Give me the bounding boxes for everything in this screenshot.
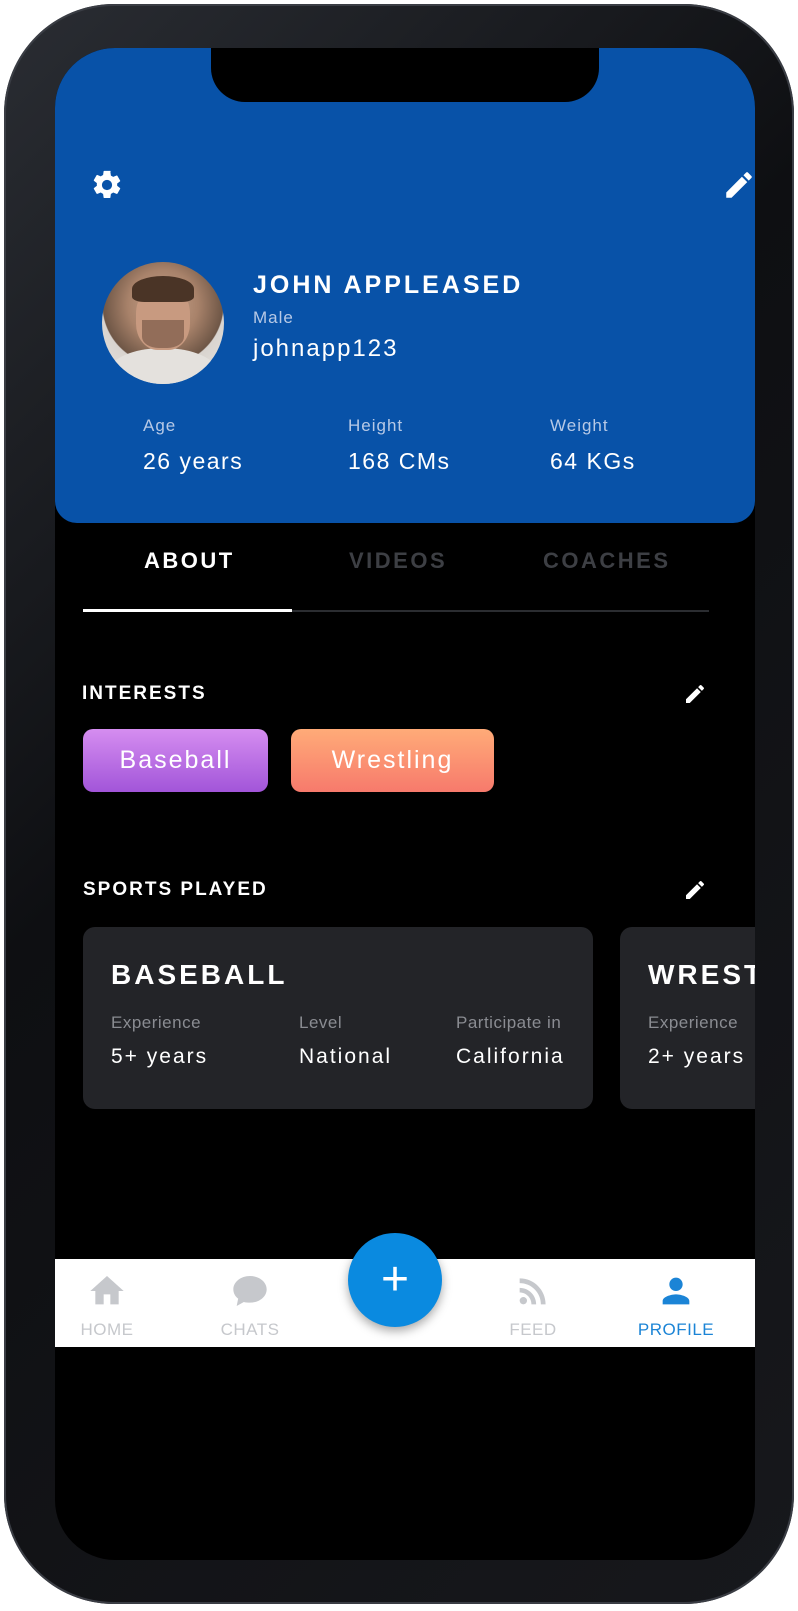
interests-title: INTERESTS	[82, 683, 207, 704]
nav-home[interactable]: HOME	[57, 1259, 157, 1347]
phone-frame: JOHN APPLEASED Male johnapp123 Age 26 ye…	[4, 4, 794, 1604]
sport-card-title: WRESTLING	[648, 959, 755, 990]
nav-label: CHATS	[220, 1320, 280, 1339]
sport-field-experience: Experience 5+ years	[111, 1013, 208, 1069]
edit-interests-button[interactable]	[682, 681, 708, 707]
field-label: Participate in	[456, 1013, 562, 1032]
avatar	[102, 262, 224, 384]
field-value: 2+ years	[648, 1045, 746, 1068]
nav-label: FEED	[509, 1320, 557, 1339]
pencil-icon	[686, 684, 705, 703]
gear-icon	[93, 170, 121, 199]
stat-value: 26 years	[143, 448, 244, 474]
field-label: Experience	[648, 1013, 739, 1032]
nav-label: PROFILE	[637, 1320, 715, 1339]
stat-label: Age	[143, 416, 177, 435]
stat-weight: Weight 64 KGs	[550, 416, 636, 475]
nav-profile[interactable]: PROFILE	[626, 1259, 726, 1347]
profile-gender: Male	[253, 308, 294, 327]
sport-field-level: Level National	[299, 1013, 392, 1069]
add-button[interactable]: +	[348, 1233, 442, 1327]
tab-videos[interactable]: VIDEOS	[349, 548, 447, 574]
sport-field-participate: Participate in California	[456, 1013, 565, 1069]
edit-profile-button[interactable]	[719, 165, 755, 205]
home-icon	[90, 1276, 124, 1305]
active-tab-indicator	[83, 609, 292, 612]
field-label: Experience	[111, 1013, 202, 1032]
sports-played-title: SPORTS PLAYED	[83, 879, 268, 900]
stat-value: 168 CMs	[348, 448, 451, 474]
app-screen: JOHN APPLEASED Male johnapp123 Age 26 ye…	[55, 48, 755, 1560]
nav-chats[interactable]: CHATS	[200, 1259, 300, 1347]
stat-height: Height 168 CMs	[348, 416, 451, 475]
field-value: 5+ years	[111, 1045, 209, 1068]
profile-header: JOHN APPLEASED Male johnapp123 Age 26 ye…	[55, 48, 755, 523]
profile-tabs: ABOUT VIDEOS COACHES	[83, 538, 709, 612]
user-icon	[662, 1277, 690, 1305]
interest-chip-wrestling[interactable]: Wrestling	[291, 729, 494, 792]
nav-feed[interactable]: FEED	[483, 1259, 583, 1347]
tab-about[interactable]: ABOUT	[144, 548, 235, 574]
stat-label: Height	[348, 416, 404, 435]
device-notch	[211, 48, 599, 102]
pencil-icon	[686, 880, 705, 899]
stat-label: Weight	[550, 416, 609, 435]
interest-chip-baseball[interactable]: Baseball	[83, 729, 268, 792]
sport-field-experience: Experience 2+ years	[648, 1013, 745, 1069]
sport-card-wrestling[interactable]: WRESTLING Experience 2+ years	[620, 927, 755, 1109]
nav-label: HOME	[80, 1320, 134, 1339]
field-value: California	[456, 1045, 565, 1068]
tab-coaches[interactable]: COACHES	[543, 548, 671, 574]
field-label: Level	[299, 1013, 343, 1032]
settings-button[interactable]	[87, 165, 127, 205]
chat-icon	[233, 1276, 267, 1306]
profile-username: johnapp123	[253, 335, 399, 362]
profile-name: JOHN APPLEASED	[253, 271, 524, 299]
stat-age: Age 26 years	[143, 416, 243, 475]
edit-sports-button[interactable]	[682, 877, 708, 903]
sport-card-title: BASEBALL	[111, 959, 288, 990]
field-value: National	[299, 1045, 393, 1068]
pencil-icon	[726, 172, 752, 198]
rss-icon	[519, 1278, 546, 1305]
stat-value: 64 KGs	[550, 448, 636, 474]
sport-card-baseball[interactable]: BASEBALL Experience 5+ years Level Natio…	[83, 927, 593, 1109]
